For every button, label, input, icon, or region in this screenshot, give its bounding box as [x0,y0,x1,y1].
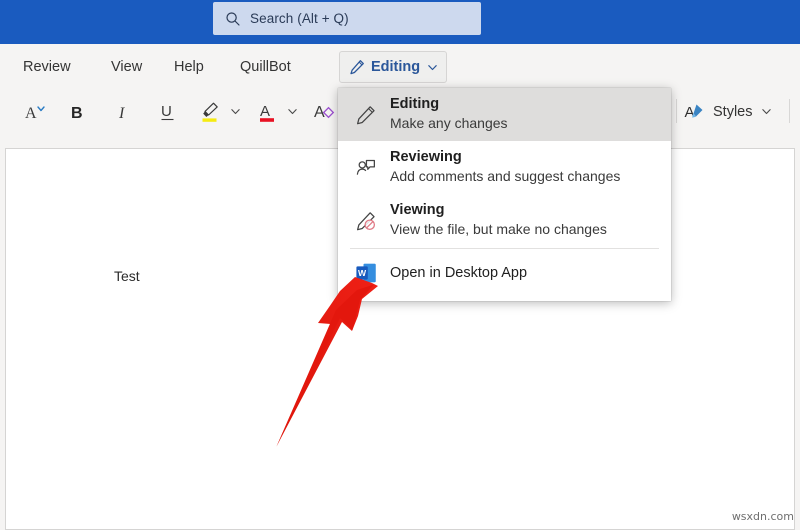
tab-quillbot[interactable]: QuillBot [234,44,297,89]
menu-item-reviewing-subtitle: Add comments and suggest changes [390,168,621,184]
document-body-text: Test [114,268,140,284]
bold-icon: B [71,105,83,122]
word-online-window: Search (Alt + Q) Review View Help QuillB… [0,0,800,530]
search-placeholder: Search (Alt + Q) [250,11,349,26]
menu-item-viewing[interactable]: Viewing View the file, but make no chang… [338,194,671,247]
svg-text:A: A [25,105,37,122]
pencil-icon [352,104,380,126]
styles-button[interactable]: A Styles [684,89,780,134]
svg-text:A: A [685,104,695,121]
underline-button[interactable]: U [152,89,184,134]
menu-item-open-in-desktop-app[interactable]: W Open in Desktop App [338,249,671,297]
tab-review[interactable]: Review [17,44,77,89]
styles-brush-icon: A [685,104,703,121]
svg-text:U: U [161,103,172,120]
font-color-button[interactable]: A [253,89,283,134]
pencil-icon [350,60,364,75]
italic-button[interactable]: I [108,89,140,134]
menu-item-editing-subtitle: Make any changes [390,115,508,131]
svg-text:A: A [260,103,270,120]
chevron-down-icon [230,109,240,115]
tab-view[interactable]: View [105,44,148,89]
svg-text:I: I [118,105,125,122]
bold-button[interactable]: B [62,89,94,134]
menu-item-reviewing[interactable]: Reviewing Add comments and suggest chang… [338,141,671,194]
menu-item-editing[interactable]: Editing Make any changes [338,88,671,141]
highlighter-icon [202,102,218,122]
menu-item-reviewing-title: Reviewing [390,149,462,165]
reviewing-person-comment-icon [352,157,380,179]
search-icon [226,11,240,26]
editing-button-label: Editing [371,59,421,75]
svg-text:B: B [71,105,83,122]
italic-icon: I [118,105,125,122]
editing-mode-dropdown-menu: Editing Make any changes Reviewing Add c… [338,88,671,301]
font-size-icon: A [25,105,45,122]
font-color-dropdown[interactable] [283,89,301,134]
font-size-button[interactable]: A [16,89,56,134]
underline-icon: U [161,103,174,120]
chevron-down-icon [761,109,771,115]
chevron-down-icon [428,64,437,70]
pencil-blocked-icon [352,210,380,232]
title-bar: Search (Alt + Q) [0,0,800,44]
svg-text:W: W [358,268,367,278]
tab-help[interactable]: Help [168,44,210,89]
font-color-icon: A [260,103,274,122]
open-in-desktop-app-label: Open in Desktop App [390,265,528,281]
watermark: wsxdn.com [731,510,794,523]
search-box[interactable]: Search (Alt + Q) [213,2,481,35]
ribbon-separator-right [789,99,790,123]
editing-mode-button[interactable]: Editing [339,51,447,83]
word-app-icon: W [352,262,380,284]
styles-button-label: Styles [713,103,753,120]
chevron-down-icon [287,109,297,115]
menu-item-viewing-subtitle: View the file, but make no changes [390,221,607,237]
highlight-button[interactable] [194,89,226,134]
highlight-dropdown[interactable] [226,89,244,134]
clear-formatting-icon: A [314,104,335,121]
menu-item-editing-title: Editing [390,96,440,112]
menu-item-viewing-title: Viewing [390,202,445,218]
ribbon-separator-left [676,99,677,123]
